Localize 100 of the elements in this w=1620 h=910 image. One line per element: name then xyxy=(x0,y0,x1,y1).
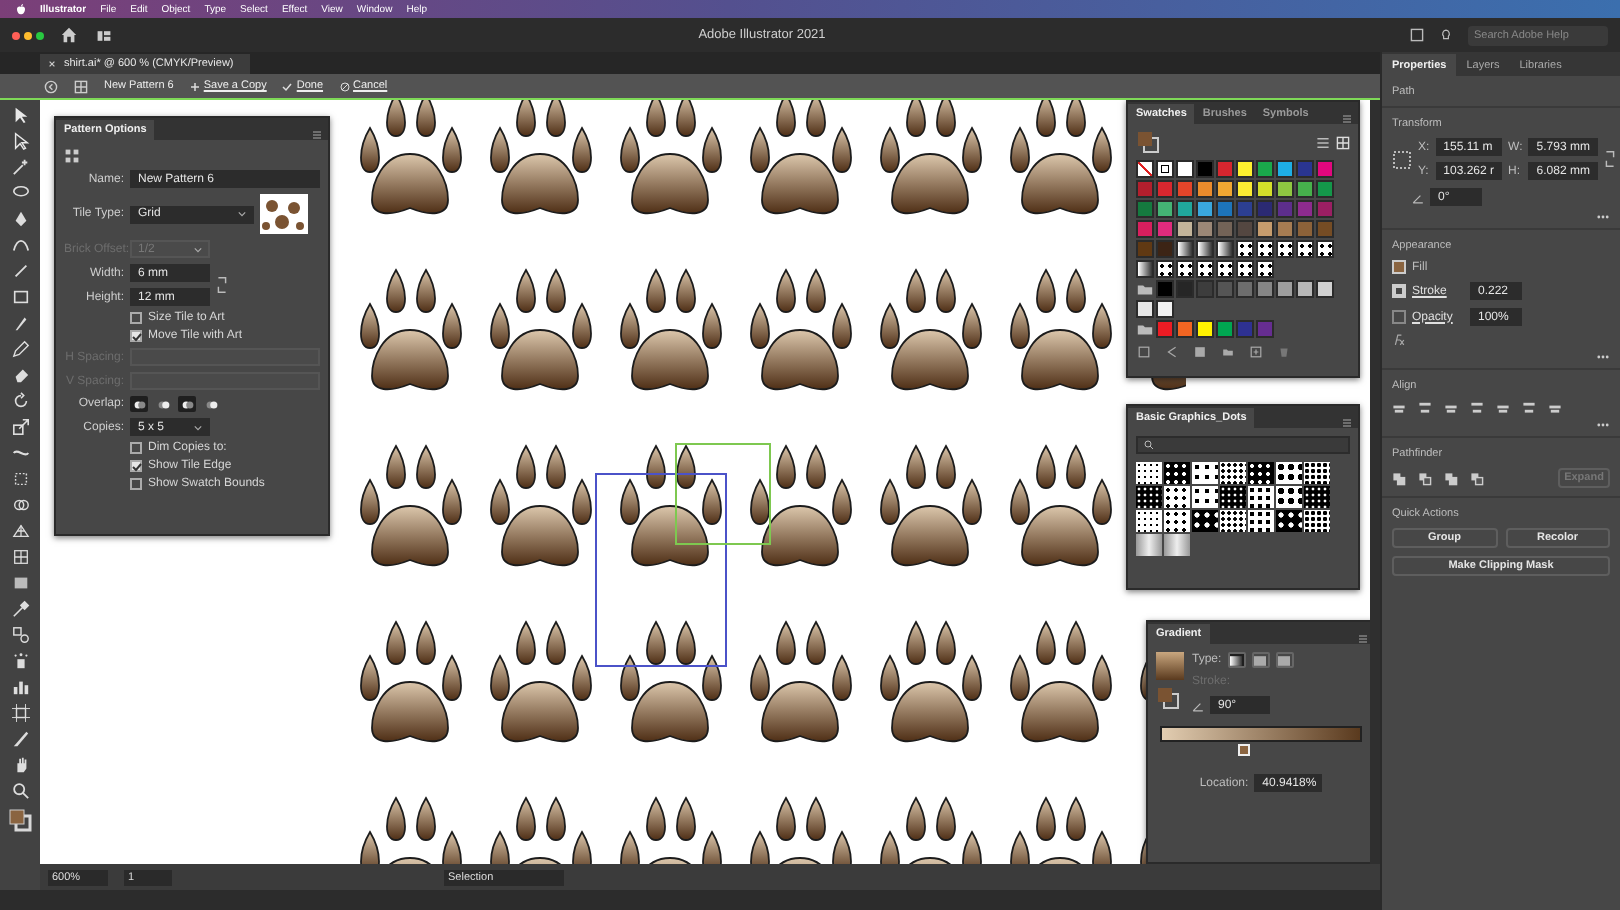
dot-pattern-swatch[interactable] xyxy=(1192,510,1218,532)
color-swatch[interactable] xyxy=(1176,180,1194,198)
color-swatch[interactable] xyxy=(1316,160,1334,178)
align-left-icon[interactable] xyxy=(1418,400,1432,414)
color-swatch[interactable] xyxy=(1216,320,1234,338)
color-swatch[interactable] xyxy=(1296,280,1314,298)
dot-pattern-swatch[interactable] xyxy=(1248,510,1274,532)
checkbox[interactable] xyxy=(130,442,142,454)
layout-icon[interactable] xyxy=(94,27,114,43)
color-swatch[interactable] xyxy=(1216,180,1234,198)
color-swatch[interactable] xyxy=(1156,180,1174,198)
minimize-window-icon[interactable] xyxy=(24,31,32,39)
dot-pattern-swatch[interactable] xyxy=(1220,462,1246,484)
search-field[interactable] xyxy=(1136,436,1350,454)
color-swatch[interactable] xyxy=(1236,220,1254,238)
color-swatch[interactable] xyxy=(1236,280,1254,298)
rectangle-icon[interactable] xyxy=(11,288,29,306)
list-view-icon[interactable] xyxy=(1316,135,1330,149)
more-icon[interactable] xyxy=(1596,354,1610,360)
color-swatch[interactable] xyxy=(1236,160,1254,178)
color-swatch[interactable] xyxy=(1276,160,1294,178)
swatch-options-icon[interactable] xyxy=(1194,346,1206,358)
color-swatch[interactable] xyxy=(1156,280,1174,298)
color-swatch[interactable] xyxy=(1256,320,1274,338)
pattern-swatch[interactable] xyxy=(1256,240,1274,258)
color-swatch[interactable] xyxy=(1136,300,1154,318)
menu-icon[interactable] xyxy=(312,130,322,140)
dot-pattern-swatch[interactable] xyxy=(1248,462,1274,484)
pattern-swatch[interactable] xyxy=(1296,240,1314,258)
gradient-swatch[interactable] xyxy=(1196,240,1214,258)
color-swatch[interactable] xyxy=(1256,200,1274,218)
color-swatch[interactable] xyxy=(1156,200,1174,218)
color-swatch[interactable] xyxy=(1176,200,1194,218)
fill-stroke-icon[interactable] xyxy=(8,808,32,832)
exclude-icon[interactable] xyxy=(1470,471,1484,485)
color-swatch[interactable] xyxy=(1276,280,1294,298)
color-swatch[interactable] xyxy=(1276,220,1294,238)
checkbox[interactable] xyxy=(130,312,142,324)
color-swatch[interactable] xyxy=(1236,180,1254,198)
align-center-icon[interactable] xyxy=(1444,400,1458,414)
menu-icon[interactable] xyxy=(1342,114,1352,124)
color-swatch[interactable] xyxy=(1316,180,1334,198)
color-swatch[interactable] xyxy=(1196,160,1214,178)
eyedropper-icon[interactable] xyxy=(11,600,29,618)
color-swatch[interactable] xyxy=(1316,200,1334,218)
pattern-swatch[interactable] xyxy=(1216,260,1234,278)
dot-pattern-swatch[interactable] xyxy=(1136,510,1162,532)
color-swatch[interactable] xyxy=(1136,180,1154,198)
align-top-icon[interactable] xyxy=(1496,400,1510,414)
pattern-swatch[interactable] xyxy=(1196,260,1214,278)
grid-view-icon[interactable] xyxy=(1336,135,1350,149)
tile-layout-icon[interactable] xyxy=(64,148,80,164)
gradient-icon[interactable] xyxy=(11,574,29,592)
color-swatch[interactable] xyxy=(1296,180,1314,198)
free-transform-icon[interactable] xyxy=(11,470,29,488)
dot-pattern-swatch[interactable] xyxy=(1192,486,1218,508)
link-icon[interactable] xyxy=(1603,150,1616,168)
scale-icon[interactable] xyxy=(11,418,29,436)
share-icon[interactable] xyxy=(1166,346,1178,358)
menu-icon[interactable] xyxy=(1342,418,1352,428)
color-swatch[interactable] xyxy=(1196,280,1214,298)
overlap-option-button[interactable] xyxy=(154,396,172,412)
color-swatch[interactable] xyxy=(1276,200,1294,218)
pattern-swatch[interactable] xyxy=(1176,260,1194,278)
color-swatch[interactable] xyxy=(1256,180,1274,198)
align-middle-icon[interactable] xyxy=(1522,400,1536,414)
wand-icon[interactable] xyxy=(11,158,29,176)
bar-graph-icon[interactable] xyxy=(11,678,29,696)
lightbulb-icon[interactable] xyxy=(1440,28,1452,42)
dot-pattern-swatch[interactable] xyxy=(1164,510,1190,532)
fx-icon[interactable] xyxy=(1392,334,1406,346)
color-swatch[interactable] xyxy=(1296,220,1314,238)
color-swatch[interactable] xyxy=(1136,220,1154,238)
dot-pattern-swatch[interactable] xyxy=(1192,462,1218,484)
folder-icon[interactable] xyxy=(1222,346,1234,358)
color-swatch[interactable] xyxy=(1176,160,1194,178)
dot-pattern-swatch[interactable] xyxy=(1276,462,1302,484)
gradient-stop-handle[interactable] xyxy=(1237,744,1250,756)
grid-icon[interactable] xyxy=(11,522,29,540)
close-window-icon[interactable] xyxy=(12,31,20,39)
intersect-icon[interactable] xyxy=(1444,471,1458,485)
spray-icon[interactable] xyxy=(11,652,29,670)
color-swatch[interactable] xyxy=(1316,280,1334,298)
color-swatch[interactable] xyxy=(1156,240,1174,258)
link-icon[interactable] xyxy=(216,276,228,294)
rotate-icon[interactable] xyxy=(11,392,29,410)
line-icon[interactable] xyxy=(11,262,29,280)
color-swatch[interactable] xyxy=(1196,200,1214,218)
more-icon[interactable] xyxy=(1596,422,1610,428)
checkbox[interactable] xyxy=(130,460,142,472)
opacity-swatch[interactable] xyxy=(1392,310,1406,324)
reference-point-icon[interactable] xyxy=(1392,149,1412,169)
panel-toggle-icon[interactable] xyxy=(1410,28,1424,42)
pattern-swatch[interactable] xyxy=(1236,240,1254,258)
color-swatch[interactable] xyxy=(1236,200,1254,218)
fill-stroke-icon[interactable] xyxy=(1136,130,1160,154)
new-swatch-icon[interactable] xyxy=(1250,346,1262,358)
align-bottom-icon[interactable] xyxy=(1548,400,1562,414)
gradient-swatch[interactable] xyxy=(1216,240,1234,258)
fill-stroke-icon[interactable] xyxy=(1156,686,1180,710)
